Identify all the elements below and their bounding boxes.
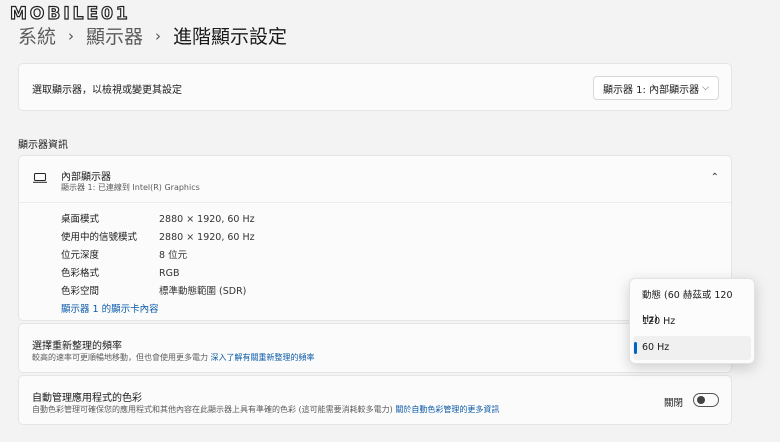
refresh-rate-desc-text: 較高的速率可更順暢地移動，但也會使用更多電力	[32, 353, 208, 362]
refresh-rate-title: 選擇重新整理的頻率	[32, 341, 122, 352]
display-adapter-properties-link[interactable]: 顯示器 1 的顯示卡內容	[61, 301, 159, 315]
info-row: 桌面模式 2880 × 1920, 60 Hz	[61, 211, 255, 229]
info-key: 使用中的信號模式	[61, 232, 138, 243]
chevron-right-icon: ›	[68, 26, 75, 45]
info-value: RGB	[159, 268, 180, 279]
auto-color-toggle-label: 關閉	[663, 398, 683, 409]
refresh-option-dynamic[interactable]: 動態 (60 赫茲或 120 Hz)	[633, 284, 751, 325]
breadcrumb: 系統 › 顯示器 › 進階顯示設定	[18, 22, 287, 49]
info-value: 8 位元	[159, 250, 188, 261]
refresh-option-60hz[interactable]: 60 Hz	[633, 336, 751, 360]
info-key: 位元深度	[61, 250, 100, 261]
display-name: 內部顯示器	[61, 172, 111, 183]
info-value: 2880 × 1920, 60 Hz	[159, 232, 255, 243]
display-info-card: 內部顯示器 顯示器 1: 已連線到 Intel(R) Graphics ⌃ 桌面…	[18, 155, 732, 321]
auto-color-title: 自動管理應用程式的色彩	[32, 393, 142, 404]
info-value: 2880 × 1920, 60 Hz	[159, 214, 255, 225]
info-key: 桌面模式	[61, 214, 100, 225]
select-display-card: 選取顯示器，以檢視或變更其設定 顯示器 1: 內部顯示器 ⌵	[18, 63, 732, 111]
chevron-right-icon: ›	[155, 26, 162, 45]
refresh-rate-learn-more-link[interactable]: 深入了解有關重新整理的頻率	[211, 353, 315, 362]
watermark-logo: MOBILE01	[9, 3, 131, 24]
refresh-rate-card: 選擇重新整理的頻率 較高的速率可更順暢地移動，但也會使用更多電力 深入了解有關重…	[18, 323, 732, 373]
info-row: 色彩空間 標準動態範圍 (SDR)	[61, 283, 255, 301]
refresh-rate-flyout: 動態 (60 赫茲或 120 Hz) 120 Hz 60 Hz	[629, 278, 755, 364]
info-row: 色彩格式 RGB	[61, 265, 255, 283]
breadcrumb-display[interactable]: 顯示器	[86, 22, 143, 49]
selected-indicator	[634, 342, 637, 354]
display-info-header[interactable]: 內部顯示器 顯示器 1: 已連線到 Intel(R) Graphics ⌃	[19, 156, 731, 203]
chevron-up-icon[interactable]: ⌃	[711, 172, 719, 183]
refresh-option-120hz[interactable]: 120 Hz	[633, 310, 751, 334]
info-key: 色彩空間	[61, 286, 100, 297]
auto-color-toggle[interactable]	[693, 393, 719, 407]
refresh-option-label: 60 Hz	[642, 342, 670, 353]
display-select-value: 顯示器 1: 內部顯示器	[603, 84, 700, 96]
display-info-list: 桌面模式 2880 × 1920, 60 Hz 使用中的信號模式 2880 × 19…	[61, 211, 255, 301]
display-subtitle: 顯示器 1: 已連線到 Intel(R) Graphics	[61, 183, 200, 192]
info-row: 使用中的信號模式 2880 × 1920, 60 Hz	[61, 229, 255, 247]
select-display-label: 選取顯示器，以檢視或變更其設定	[32, 85, 182, 96]
auto-color-description: 自動色彩管理可確保您的應用程式和其他內容在此顯示器上具有準確的色彩 (這可能需要…	[32, 404, 499, 415]
info-row: 位元深度 8 位元	[61, 247, 255, 265]
breadcrumb-system[interactable]: 系統	[18, 22, 56, 49]
auto-color-desc-text: 自動色彩管理可確保您的應用程式和其他內容在此顯示器上具有準確的色彩 (這可能需要…	[32, 405, 393, 414]
auto-color-more-info-link[interactable]: 關於自動色彩管理的更多資訊	[395, 405, 499, 414]
refresh-rate-description: 較高的速率可更順暢地移動，但也會使用更多電力 深入了解有關重新整理的頻率	[32, 352, 315, 363]
info-value: 標準動態範圍 (SDR)	[159, 286, 247, 297]
laptop-icon	[33, 173, 47, 183]
toggle-knob	[697, 396, 705, 404]
auto-color-management-card: 自動管理應用程式的色彩 自動色彩管理可確保您的應用程式和其他內容在此顯示器上具有…	[18, 375, 732, 425]
refresh-option-label: 120 Hz	[642, 316, 676, 327]
display-select-dropdown[interactable]: 顯示器 1: 內部顯示器 ⌵	[593, 76, 719, 100]
section-title: 顯示器資訊	[18, 140, 68, 151]
chevron-down-icon: ⌵	[702, 83, 709, 93]
info-key: 色彩格式	[61, 268, 100, 279]
page-title: 進階顯示設定	[173, 26, 288, 48]
